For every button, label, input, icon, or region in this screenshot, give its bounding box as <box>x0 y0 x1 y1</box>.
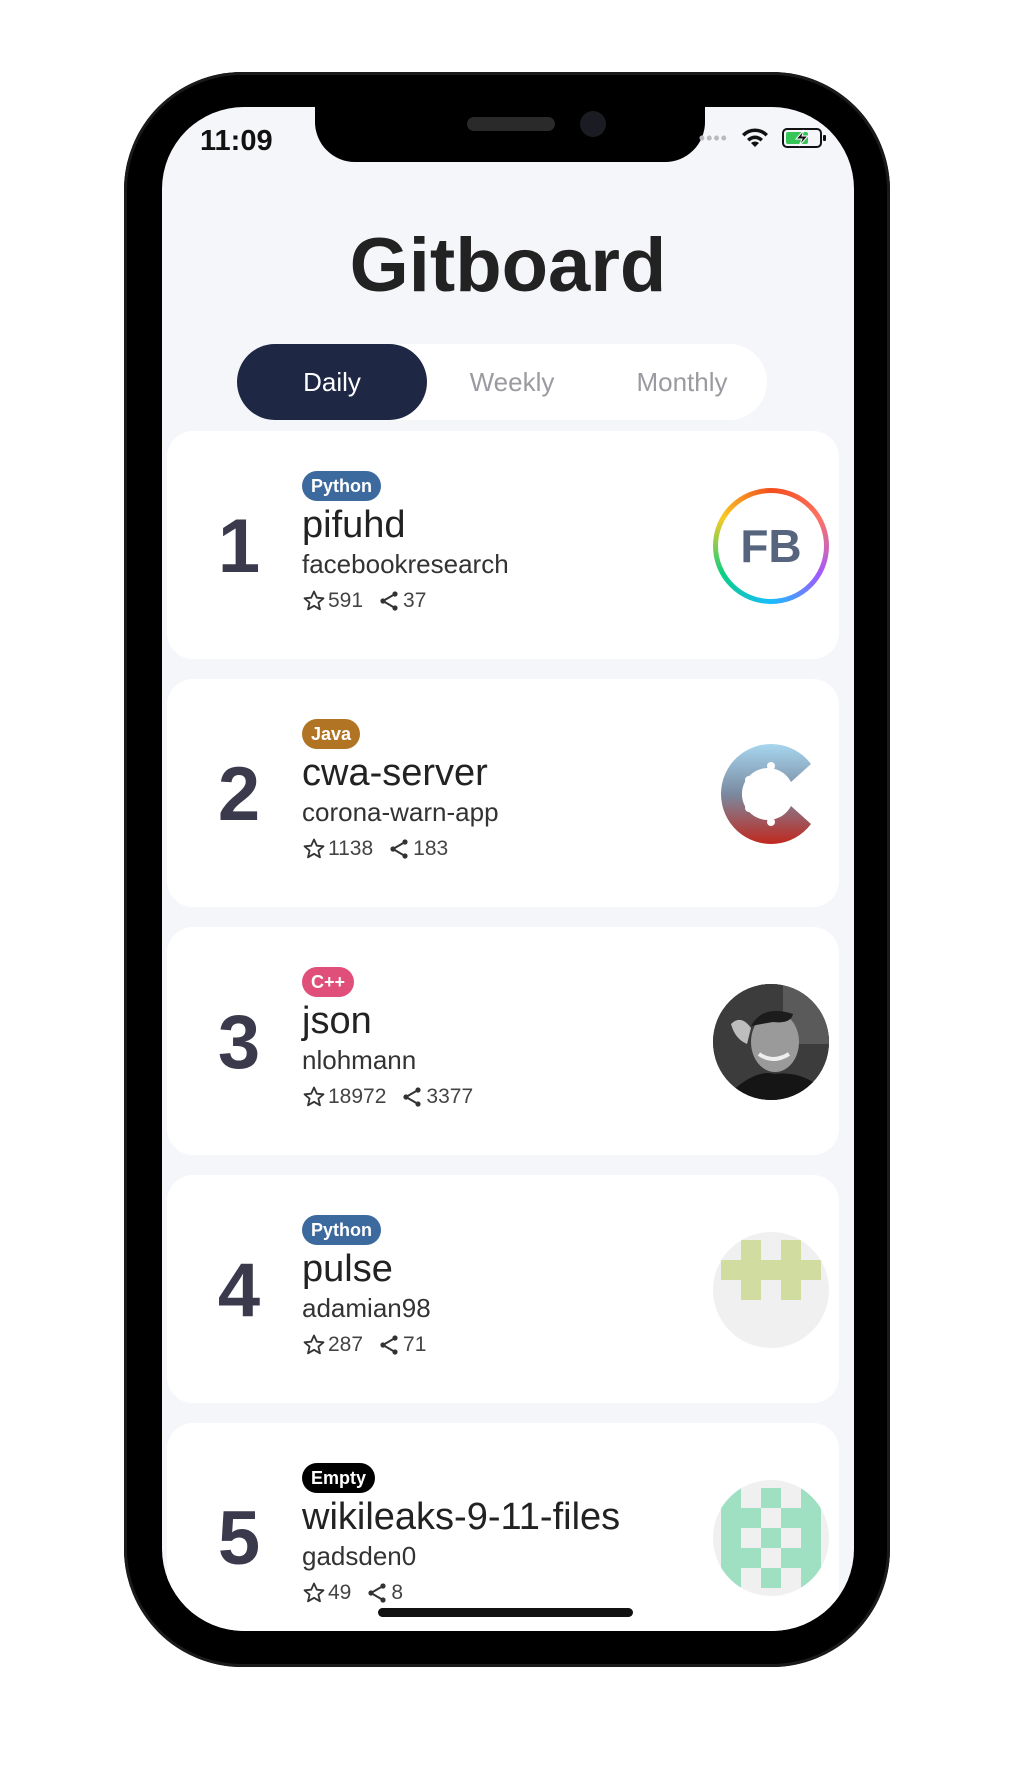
repo-name: pulse <box>302 1248 393 1290</box>
star-icon <box>303 1334 325 1355</box>
star-count: 18972 <box>328 1085 387 1108</box>
fork-count: 183 <box>413 837 449 860</box>
repo-card[interactable]: 3 C++ json nlohmann 18972 3377 <box>167 927 839 1155</box>
fb-logo-avatar: FB <box>713 488 829 604</box>
repo-card[interactable]: 4 Python pulse adamian98 287 71 <box>167 1175 839 1403</box>
corona-warn-app-logo <box>713 736 829 852</box>
rank-number: 2 <box>217 752 261 837</box>
share-icon <box>403 1087 422 1107</box>
repo-owner: gadsden0 <box>302 1541 417 1571</box>
signal-icon: •••• <box>698 127 728 148</box>
app-screen: 11:09 •••• Gitboard Daily Weekly Monthly… <box>162 107 854 1631</box>
language-badge: C++ <box>302 967 355 997</box>
share-icon <box>390 839 408 859</box>
repo-card[interactable]: 1 Python pifuhd facebookresearch 591 37 … <box>167 431 839 659</box>
language-badge: Empty <box>302 1463 376 1493</box>
status-icons: •••• <box>699 127 828 149</box>
repo-name: cwa-server <box>302 752 488 794</box>
language-badge: Python <box>302 1215 381 1245</box>
camera <box>580 111 606 137</box>
rank-number: 4 <box>217 1248 261 1333</box>
tab-daily[interactable]: Daily <box>237 344 427 420</box>
star-icon <box>303 1582 325 1603</box>
repo-name: wikileaks-9-11-files <box>302 1496 621 1538</box>
tab-weekly[interactable]: Weekly <box>427 344 597 420</box>
star-count: 287 <box>328 1333 364 1356</box>
tab-monthly[interactable]: Monthly <box>597 344 767 420</box>
home-indicator[interactable] <box>378 1608 633 1617</box>
language-badge: Java <box>302 719 361 749</box>
identicon-mint-avatar <box>713 1480 829 1596</box>
notch <box>315 107 705 162</box>
repo-card[interactable]: 2 Java cwa-server corona-warn-app 1138 1… <box>167 679 839 907</box>
fork-count: 71 <box>403 1333 427 1356</box>
fork-count: 37 <box>403 589 427 612</box>
share-icon <box>380 1335 398 1355</box>
identicon-green-avatar <box>713 1232 829 1348</box>
battery-charging-icon <box>782 128 826 148</box>
fork-count: 8 <box>391 1581 404 1604</box>
wifi-icon <box>742 128 768 147</box>
rank-number: 5 <box>217 1496 261 1581</box>
rank-number: 1 <box>217 504 261 589</box>
share-icon <box>380 591 398 611</box>
fb-logo-text: FB <box>740 520 802 572</box>
period-tabs: Daily Weekly Monthly <box>237 344 767 420</box>
share-icon <box>368 1583 386 1603</box>
star-icon <box>303 1086 325 1107</box>
user-photo-avatar <box>713 984 829 1100</box>
page-title: Gitboard <box>349 223 667 308</box>
repo-owner: facebookresearch <box>302 549 509 579</box>
repo-name: pifuhd <box>302 504 406 546</box>
rank-number: 3 <box>217 1000 261 1085</box>
star-count: 1138 <box>328 837 374 860</box>
repo-owner: adamian98 <box>302 1293 431 1323</box>
status-time: 11:09 <box>200 125 273 157</box>
star-count: 49 <box>328 1581 352 1604</box>
star-count: 591 <box>328 589 364 612</box>
star-icon <box>303 590 325 611</box>
star-icon <box>303 838 325 859</box>
repo-name: json <box>302 1000 372 1042</box>
repo-owner: nlohmann <box>302 1045 417 1075</box>
repo-card[interactable]: 5 Empty wikileaks-9-11-files gadsden0 49… <box>167 1423 839 1631</box>
speaker <box>467 117 555 131</box>
language-badge: Python <box>302 471 381 501</box>
fork-count: 3377 <box>426 1085 474 1108</box>
repo-owner: corona-warn-app <box>302 797 499 827</box>
